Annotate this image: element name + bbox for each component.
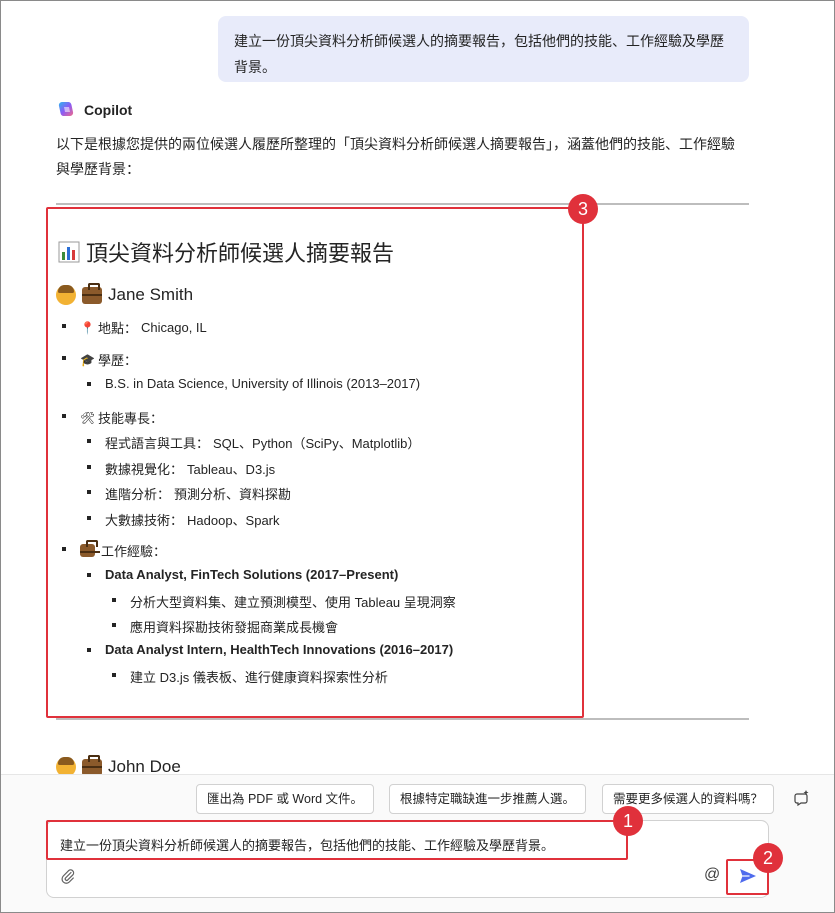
- skills-line: 🛠 技能專長：: [61, 408, 164, 427]
- job-detail-text: 建立 D3.js 儀表板、進行健康資料探索性分析: [130, 670, 388, 685]
- message-input-text[interactable]: 建立一份頂尖資料分析師候選人的摘要報告，包括他們的技能、工作經驗及學歷背景。: [60, 835, 554, 854]
- skills-label: 技能專長：: [98, 411, 164, 426]
- location-label: 地點：: [98, 321, 138, 336]
- copilot-header: Copilot: [56, 100, 132, 120]
- report-title-text: 頂尖資料分析師候選人摘要報告: [86, 241, 395, 266]
- education-item: B.S. in Data Science, University of Illi…: [86, 376, 421, 391]
- candidate-heading: Jane Smith: [56, 282, 194, 305]
- divider-top: [56, 203, 749, 205]
- skill-label: 大數據技術：: [105, 513, 184, 528]
- experience-label: 工作經驗：: [101, 544, 167, 559]
- skill-value: Hadoop、Spark: [187, 513, 280, 528]
- annotation-badge-1: 1: [613, 806, 643, 836]
- experience-line: 工作經驗：: [61, 540, 167, 560]
- attach-paperclip-icon[interactable]: [60, 868, 76, 884]
- skill-item: 大數據技術： Hadoop、Spark: [87, 510, 280, 529]
- job-detail-text: 應用資料探勘技術發掘商業成長機會: [130, 620, 339, 635]
- tools-icon: 🛠: [80, 410, 96, 425]
- location-line: 📍 地點： Chicago, IL: [62, 318, 207, 337]
- send-icon[interactable]: [739, 868, 757, 884]
- mention-at-icon[interactable]: @: [704, 866, 720, 884]
- education-label: 學歷：: [98, 353, 138, 368]
- briefcase-icon: [82, 754, 102, 776]
- annotation-badge-3: 3: [568, 194, 598, 224]
- user-message-text: 建立一份頂尖資料分析師候選人的摘要報告，包括他們的技能、工作經驗及學歷背景。: [234, 33, 724, 75]
- job-title-text: Data Analyst, FinTech Solutions (2017–Pr…: [105, 567, 399, 582]
- job-detail: 建立 D3.js 儀表板、進行健康資料探索性分析: [112, 667, 388, 686]
- location-value: Chicago, IL: [141, 320, 207, 335]
- divider-bottom: [56, 718, 749, 720]
- user-message-bubble: 建立一份頂尖資料分析師候選人的摘要報告，包括他們的技能、工作經驗及學歷背景。: [218, 16, 749, 82]
- message-input-box[interactable]: [46, 820, 769, 898]
- education-line: 🎓 學歷：: [61, 350, 138, 369]
- skill-value: Tableau、D3.js: [187, 462, 276, 477]
- skill-item: 進階分析： 預測分析、資料探勘: [86, 484, 292, 503]
- new-topic-sparkle-icon[interactable]: [793, 789, 811, 807]
- job-title: Data Analyst Intern, HealthTech Innovati…: [86, 642, 454, 657]
- pin-icon: 📍: [80, 320, 95, 335]
- graduation-cap-icon: 🎓: [80, 352, 95, 367]
- skill-item: 數據視覺化： Tableau、D3.js: [86, 459, 276, 478]
- copilot-logo-icon: [58, 102, 74, 116]
- copilot-name: Copilot: [84, 102, 133, 118]
- copilot-intro-text: 以下是根據您提供的兩位候選人履歷所整理的「頂尖資料分析師候選人摘要報告」，涵蓋他…: [56, 136, 735, 177]
- job-detail: 分析大型資料集、建立預測模型、使用 Tableau 呈現洞察: [112, 592, 456, 611]
- skill-value: 預測分析、資料探勘: [174, 487, 292, 502]
- job-detail: 應用資料探勘技術發掘商業成長機會: [111, 617, 339, 636]
- education-value: B.S. in Data Science, University of Illi…: [105, 376, 421, 391]
- report-title: 頂尖資料分析師候選人摘要報告: [58, 236, 394, 268]
- person-icon: [56, 285, 76, 305]
- skill-label: 數據視覺化：: [105, 462, 184, 477]
- skill-label: 程式語言與工具：: [105, 436, 210, 451]
- job-title-text: Data Analyst Intern, HealthTech Innovati…: [105, 642, 454, 657]
- job-title: Data Analyst, FinTech Solutions (2017–Pr…: [86, 567, 399, 582]
- candidate-name: Jane Smith: [108, 285, 194, 304]
- skill-value: SQL、Python（SciPy、Matplotlib）: [213, 436, 421, 451]
- briefcase-icon: [82, 282, 102, 304]
- skill-item: 程式語言與工具： SQL、Python（SciPy、Matplotlib）: [86, 433, 421, 452]
- briefcase-icon: [80, 540, 100, 557]
- suggestion-chip-recommend[interactable]: 根據特定職缺進一步推薦人選。: [389, 784, 587, 814]
- bar-chart-icon: [58, 241, 80, 263]
- annotation-badge-2: 2: [753, 843, 783, 873]
- skill-label: 進階分析：: [105, 487, 171, 502]
- suggestion-chip-export[interactable]: 匯出為 PDF 或 Word 文件。: [196, 784, 375, 814]
- job-detail-text: 分析大型資料集、建立預測模型、使用 Tableau 呈現洞察: [130, 595, 456, 610]
